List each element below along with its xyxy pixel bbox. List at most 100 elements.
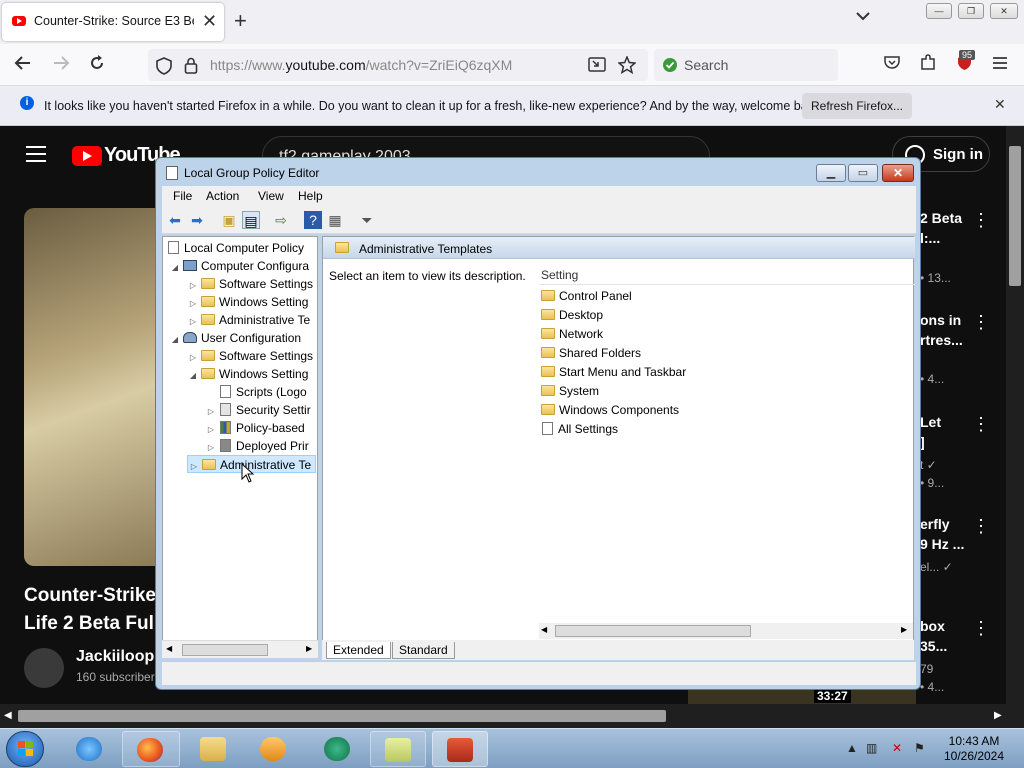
- list-item[interactable]: Shared Folders: [539, 344, 641, 363]
- volume-muted-icon[interactable]: ✕: [892, 741, 902, 755]
- url-text[interactable]: https://www.youtube.com/watch?v=ZriEiQ6z…: [210, 57, 512, 73]
- scrollbar-thumb[interactable]: [182, 644, 268, 656]
- list-item[interactable]: Desktop: [539, 306, 603, 325]
- action-center-flag-icon[interactable]: ⚑: [914, 741, 925, 755]
- show-hide-tree-icon[interactable]: ▤: [242, 211, 260, 229]
- scroll-right-arrow-icon[interactable]: ▶: [306, 644, 312, 653]
- up-folder-icon[interactable]: ▣: [220, 211, 238, 229]
- filter-icon[interactable]: ⏷: [358, 211, 376, 229]
- tree-cc-administrative-templates[interactable]: ▷ Administrative Te: [187, 311, 310, 329]
- menu-view[interactable]: View: [258, 189, 284, 203]
- details-horizontal-scrollbar[interactable]: ◀ ▶: [539, 623, 913, 639]
- youtube-logo-icon[interactable]: [72, 146, 102, 166]
- tree-uc-policy-based-qos[interactable]: ▷ Policy-based: [205, 419, 305, 437]
- scroll-left-arrow-icon[interactable]: ◀: [4, 710, 12, 721]
- tree-uc-deployed-printers[interactable]: ▷ Deployed Prir: [205, 437, 309, 455]
- properties-icon[interactable]: ▦: [326, 211, 344, 229]
- menu-action[interactable]: Action: [206, 189, 239, 203]
- back-arrow-icon[interactable]: [14, 54, 32, 77]
- picture-in-picture-icon[interactable]: [588, 57, 606, 76]
- expand-arrow-icon[interactable]: ▷: [188, 458, 200, 476]
- menu-file[interactable]: File: [173, 189, 192, 203]
- search-engine-icon[interactable]: [662, 57, 678, 76]
- network-icon[interactable]: ▥: [866, 741, 877, 755]
- tree-user-configuration[interactable]: ◢ User Configuration: [169, 329, 301, 347]
- notification-close-icon[interactable]: ✕: [994, 96, 1006, 113]
- taskbar-explorer[interactable]: [186, 731, 242, 767]
- tab-extended[interactable]: Extended: [326, 642, 391, 659]
- taskbar-media-player[interactable]: [246, 731, 302, 767]
- tree-uc-scripts[interactable]: Scripts (Logo: [205, 383, 307, 401]
- lock-icon[interactable]: [184, 57, 198, 78]
- channel-avatar[interactable]: [24, 648, 64, 688]
- more-actions-icon[interactable]: ⋮: [972, 516, 990, 537]
- channel-name[interactable]: Jackiiloop: [76, 648, 154, 666]
- scrollbar-thumb[interactable]: [18, 710, 666, 722]
- taskbar-app[interactable]: [310, 731, 366, 767]
- scrollbar-thumb[interactable]: [1009, 146, 1021, 286]
- list-item[interactable]: Control Panel: [539, 287, 632, 306]
- tree-uc-windows-settings[interactable]: ◢ Windows Setting: [187, 365, 308, 383]
- new-tab-button[interactable]: +: [234, 8, 247, 34]
- hamburger-menu-icon[interactable]: [992, 54, 1008, 75]
- list-item[interactable]: Start Menu and Taskbar: [539, 363, 686, 382]
- menu-help[interactable]: Help: [298, 189, 323, 203]
- page-horizontal-scrollbar[interactable]: ◀ ▶: [0, 704, 1024, 728]
- forward-arrow-icon[interactable]: [52, 54, 70, 77]
- browser-tab[interactable]: Counter-Strike: Source E3 Beta ✕: [2, 3, 224, 41]
- scroll-right-arrow-icon[interactable]: ▶: [901, 625, 907, 634]
- shield-icon[interactable]: [156, 57, 172, 78]
- related-video-title[interactable]: 2 Beta l:...: [920, 208, 980, 248]
- address-bar[interactable]: https://www.youtube.com/watch?v=ZriEiQ6z…: [148, 49, 648, 81]
- system-clock[interactable]: 10:43 AM 10/26/2024: [942, 734, 1006, 764]
- scroll-left-arrow-icon[interactable]: ◀: [166, 644, 172, 653]
- tree-horizontal-scrollbar[interactable]: ◀ ▶: [162, 640, 318, 658]
- show-hidden-icons-icon[interactable]: ▲: [846, 741, 858, 755]
- maximize-button[interactable]: ▭: [848, 164, 878, 182]
- refresh-firefox-button[interactable]: Refresh Firefox...: [802, 93, 912, 119]
- more-actions-icon[interactable]: ⋮: [972, 312, 990, 333]
- list-item[interactable]: Windows Components: [539, 401, 679, 420]
- restore-button[interactable]: ❐: [958, 3, 984, 19]
- tree-computer-configuration[interactable]: ◢ Computer Configura: [169, 257, 309, 275]
- help-icon[interactable]: ?: [304, 211, 322, 229]
- reload-icon[interactable]: [88, 54, 106, 77]
- tab-close-icon[interactable]: ✕: [202, 11, 217, 32]
- minimize-button[interactable]: —: [926, 3, 952, 19]
- minimize-button[interactable]: ▁: [816, 164, 846, 182]
- page-vertical-scrollbar[interactable]: [1006, 126, 1024, 704]
- related-video-title[interactable]: Let]: [920, 412, 980, 452]
- collapse-arrow-icon[interactable]: ◢: [169, 331, 181, 349]
- back-arrow-icon[interactable]: ⬅: [166, 211, 184, 229]
- tree-cc-software-settings[interactable]: ▷ Software Settings: [187, 275, 313, 293]
- list-item[interactable]: All Settings: [539, 420, 618, 439]
- guide-menu-icon[interactable]: [26, 146, 46, 162]
- scroll-left-arrow-icon[interactable]: ◀: [541, 625, 547, 634]
- extensions-puzzle-icon[interactable]: [920, 54, 937, 76]
- start-button[interactable]: [6, 731, 44, 767]
- close-window-button[interactable]: ✕: [990, 3, 1018, 19]
- tree-cc-windows-settings[interactable]: ▷ Windows Setting: [187, 293, 308, 311]
- forward-arrow-icon[interactable]: ➡: [188, 211, 206, 229]
- taskbar-notes[interactable]: [370, 731, 426, 767]
- list-item[interactable]: System: [539, 382, 599, 401]
- taskbar-firefox[interactable]: [122, 731, 180, 767]
- related-video-title[interactable]: erfly 9 Hz ...: [920, 514, 980, 554]
- export-list-icon[interactable]: ⇨: [272, 211, 290, 229]
- taskbar-gpedit[interactable]: [432, 731, 488, 767]
- scroll-right-arrow-icon[interactable]: ▶: [994, 710, 1002, 721]
- more-actions-icon[interactable]: ⋮: [972, 414, 990, 435]
- collapse-arrow-icon[interactable]: ◢: [187, 367, 199, 385]
- bookmark-star-icon[interactable]: [617, 55, 637, 77]
- pocket-icon[interactable]: [884, 54, 900, 75]
- more-actions-icon[interactable]: ⋮: [972, 618, 990, 639]
- list-item[interactable]: Network: [539, 325, 603, 344]
- tree-root[interactable]: Local Computer Policy: [165, 239, 304, 257]
- related-video-title[interactable]: box 35...: [920, 616, 980, 656]
- taskbar-ie[interactable]: [62, 731, 118, 767]
- collapse-arrow-icon[interactable]: ◢: [169, 259, 181, 277]
- tab-standard[interactable]: Standard: [392, 642, 455, 659]
- close-button[interactable]: ✕: [882, 164, 914, 182]
- tree-uc-security-settings[interactable]: ▷ Security Settir: [205, 401, 311, 419]
- tree-uc-software-settings[interactable]: ▷ Software Settings: [187, 347, 313, 365]
